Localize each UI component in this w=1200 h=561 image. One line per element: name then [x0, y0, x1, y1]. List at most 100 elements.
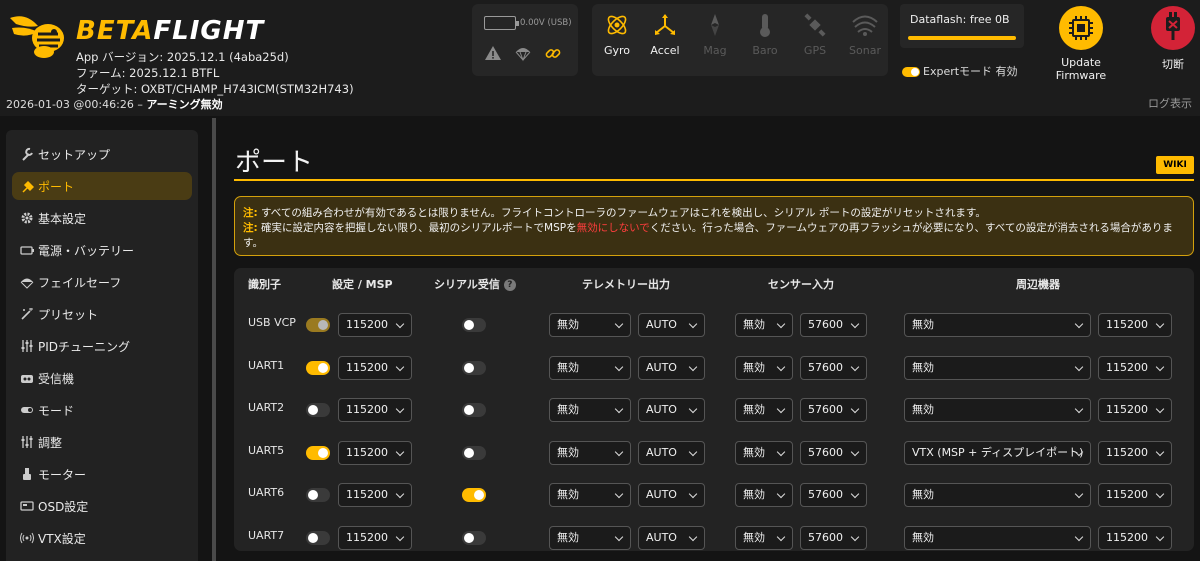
msp-toggle[interactable] — [306, 318, 330, 332]
msp-toggle[interactable] — [306, 403, 330, 417]
telemetry-baud-select[interactable]: AUTO — [638, 355, 705, 380]
msp-baud-select[interactable]: 115200 — [338, 525, 412, 550]
sidebar-item-sliders[interactable]: PIDチューニング — [12, 332, 192, 360]
telemetry-baud-select[interactable]: AUTO — [638, 483, 705, 507]
sidebar-item-gear[interactable]: 基本設定 — [12, 204, 192, 232]
port-identifier: UART7 — [248, 528, 285, 542]
sidebar-item-wrench[interactable]: セットアップ — [12, 140, 192, 168]
battery-icon — [20, 246, 34, 255]
telemetry-select[interactable]: 無効 — [549, 483, 631, 507]
serial-rx-toggle[interactable] — [462, 318, 486, 332]
msp-baud-select[interactable]: 115200 — [338, 355, 412, 380]
sidebar-item-osd[interactable]: OSD設定 — [12, 492, 192, 520]
msp-baud-select[interactable]: 115200 — [338, 313, 412, 337]
warning-icon — [485, 46, 501, 60]
peripherals-select[interactable]: 無効 — [904, 525, 1091, 550]
port-row: UART2 115200 無効 AUTO 無効 57600 無効 115200 — [234, 389, 1194, 431]
msp-toggle[interactable] — [306, 445, 330, 460]
telemetry-baud-select[interactable]: AUTO — [638, 525, 705, 550]
sidebar-item-receiver[interactable]: 受信機 — [12, 364, 192, 392]
peripherals-select[interactable]: 無効 — [904, 355, 1091, 380]
sensor-baro: Baro — [740, 12, 790, 57]
sidebar-item-wand[interactable]: プリセット — [12, 300, 192, 328]
telemetry-select[interactable]: 無効 — [549, 398, 631, 422]
peripherals-select[interactable]: VTX (MSP + ディスプレイポート) — [904, 440, 1091, 465]
sidebar: セットアップポート基本設定電源・バッテリー フェイルセーフ プリセット PIDチューニ… — [6, 130, 198, 561]
telemetry-baud-select[interactable]: AUTO — [638, 398, 705, 422]
show-log-link[interactable]: ログ表示 — [1148, 95, 1192, 111]
sensor-baud-select[interactable]: 57600 — [800, 313, 867, 337]
sidebar-item-motor[interactable]: モーター — [12, 460, 192, 488]
serial-rx-toggle[interactable] — [462, 488, 486, 502]
msp-toggle[interactable] — [306, 530, 330, 545]
expert-mode-toggle[interactable]: Expertモード 有効 — [902, 63, 1018, 79]
serial-rx-toggle[interactable] — [462, 445, 486, 460]
telemetry-baud-select[interactable]: AUTO — [638, 313, 705, 337]
gps-icon — [804, 13, 826, 37]
sensor-select[interactable]: 無効 — [735, 525, 793, 550]
help-icon[interactable]: ? — [503, 279, 516, 291]
sensor-accel: Accel — [640, 12, 690, 57]
sensor-select[interactable]: 無効 — [735, 355, 793, 380]
port-identifier: UART1 — [248, 358, 285, 372]
datetime-status: 2026-01-03 @00:46:26 – アーミング無効 — [6, 98, 223, 111]
firmware-version: ファーム: 2025.12.1 BTFL — [76, 66, 220, 80]
wiki-button[interactable]: WIKI — [1156, 156, 1194, 174]
header: BETAFLIGHT App バージョン: 2025.12.1 (4aba25d… — [0, 0, 1200, 116]
peripherals-baud-select[interactable]: 115200 — [1098, 398, 1172, 422]
col-peripherals: 周辺機器 — [1016, 278, 1060, 291]
serial-rx-toggle[interactable] — [462, 403, 486, 417]
msp-toggle[interactable] — [306, 488, 330, 502]
peripherals-baud-select[interactable]: 115200 — [1098, 313, 1172, 337]
disconnect-button[interactable]: 切断 — [1148, 6, 1198, 72]
adjust-icon — [21, 436, 33, 448]
peripherals-baud-select[interactable]: 115200 — [1098, 440, 1172, 465]
sidebar-item-battery[interactable]: 電源・バッテリー — [12, 236, 192, 264]
sensor-select[interactable]: 無効 — [735, 440, 793, 465]
sidebar-item-switch[interactable]: モード — [12, 396, 192, 424]
sidebar-item-vtx[interactable]: VTX設定 — [12, 524, 192, 552]
sensor-baud-select[interactable]: 57600 — [800, 398, 867, 422]
peripherals-baud-select[interactable]: 115200 — [1098, 355, 1172, 380]
msp-baud-select[interactable]: 115200 — [338, 483, 412, 507]
peripherals-baud-select[interactable]: 115200 — [1098, 525, 1172, 550]
sidebar-scrollbar[interactable] — [212, 118, 216, 561]
telemetry-select[interactable]: 無効 — [549, 440, 631, 465]
sensor-gps: GPS — [790, 12, 840, 57]
port-identifier: UART6 — [248, 486, 285, 499]
sensor-baud-select[interactable]: 57600 — [800, 355, 867, 380]
parachute-icon — [20, 278, 34, 289]
sensor-baud-select[interactable]: 57600 — [800, 440, 867, 465]
msp-baud-select[interactable]: 115200 — [338, 398, 412, 422]
sidebar-item-plug[interactable]: ポート — [12, 172, 192, 200]
sensor-baud-select[interactable]: 57600 — [800, 483, 867, 507]
sensor-baud-select[interactable]: 57600 — [800, 525, 867, 550]
page-title: ポート — [235, 148, 314, 178]
sensor-select[interactable]: 無効 — [735, 398, 793, 422]
telemetry-select[interactable]: 無効 — [549, 355, 631, 380]
peripherals-baud-select[interactable]: 115200 — [1098, 483, 1172, 507]
serial-rx-toggle[interactable] — [462, 530, 486, 545]
update-firmware-button[interactable]: Update Firmware — [1036, 6, 1126, 82]
telemetry-select[interactable]: 無効 — [549, 313, 631, 337]
sidebar-item-label: 調整 — [38, 435, 63, 450]
sensor-select[interactable]: 無効 — [735, 483, 793, 507]
sidebar-item-parachute[interactable]: フェイルセーフ — [12, 268, 192, 296]
peripherals-select[interactable]: 無効 — [904, 483, 1091, 507]
dataflash-panel: Dataflash: free 0B — [900, 4, 1024, 48]
sidebar-item-adjust[interactable]: 調整 — [12, 428, 192, 456]
baro-icon — [760, 14, 770, 37]
msp-baud-select[interactable]: 115200 — [338, 440, 412, 465]
serial-rx-toggle[interactable] — [462, 360, 486, 375]
sidebar-item-label: OSD設定 — [38, 499, 89, 514]
expert-mode-switch[interactable] — [902, 67, 920, 77]
peripherals-select[interactable]: 無効 — [904, 398, 1091, 422]
peripherals-select[interactable]: 無効 — [904, 313, 1091, 337]
msp-toggle[interactable] — [306, 360, 330, 375]
main-content: ポート WIKI 注: すべての組み合わせが有効であるとは限りません。フライトコ… — [222, 118, 1200, 561]
telemetry-select[interactable]: 無効 — [549, 525, 631, 550]
plug-icon — [22, 180, 34, 193]
sidebar-item-label: ポート — [38, 179, 75, 194]
sensor-select[interactable]: 無効 — [735, 313, 793, 337]
telemetry-baud-select[interactable]: AUTO — [638, 440, 705, 465]
